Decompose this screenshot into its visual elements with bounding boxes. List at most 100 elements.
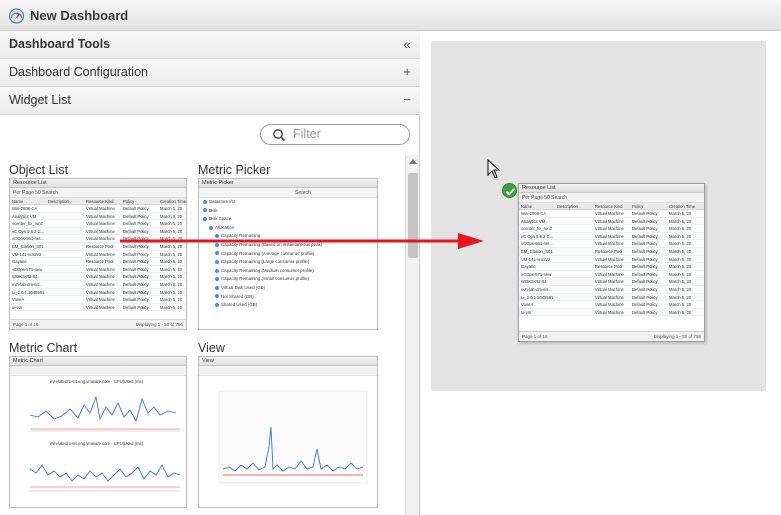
dashboard-tools-header: Dashboard Tools « bbox=[0, 31, 420, 59]
table-row[interactable]: BM_Clarion_S01 Resource Pool Default Polic… bbox=[519, 247, 704, 256]
table-row[interactable]: vCOps-561-net... Virtual Machine Default P… bbox=[10, 235, 186, 243]
tree-item[interactable]: Capacity Remaining (Large consumer profi… bbox=[199, 258, 377, 267]
tree-item-label: Capacity Remaining (Based on instantaneo… bbox=[221, 241, 323, 247]
table-cell: March 5, 20 bbox=[669, 294, 692, 300]
drag-resource-list-rows: Win-2008-CA Virtual Machine Default Policy… bbox=[519, 210, 704, 317]
metric-chart-title: Metric Chart bbox=[10, 357, 186, 366]
table-cell: March 5, 20 bbox=[669, 211, 692, 216]
drag-resource-list-toolbar: Per Page 50 Search bbox=[519, 193, 704, 203]
resource-list-title: Resource List bbox=[10, 179, 186, 188]
tree-item[interactable]: Capacity Remaining (Based on instantaneo… bbox=[199, 241, 377, 250]
table-cell bbox=[48, 205, 86, 212]
table-cell bbox=[557, 240, 595, 247]
table-row[interactable]: Gayane Resource Pool Default Policy March 5… bbox=[519, 263, 704, 271]
object-list-widget-thumbnail[interactable]: Resource List Per Page 50 Search Name Des… bbox=[9, 178, 187, 330]
dashboard-configuration-section[interactable]: Dashboard Configuration + bbox=[0, 59, 420, 87]
collapse-icon[interactable]: − bbox=[403, 92, 411, 107]
table-row[interactable]: Win-2008-CA Virtual Machine Default Policy… bbox=[10, 205, 186, 213]
table-cell: BM_Clarion_S01 bbox=[12, 243, 44, 249]
table-cell: March 5, 20 bbox=[160, 281, 183, 287]
widget-gallery: Object List Metric Picker Metric Chart V… bbox=[0, 155, 405, 515]
search-icon bbox=[273, 129, 286, 142]
view-widget-thumbnail[interactable]: View bbox=[198, 356, 378, 508]
metric-node-icon bbox=[203, 217, 207, 222]
table-cell: VM-141-vra1V2 bbox=[521, 256, 551, 262]
scrollbar-thumb[interactable] bbox=[408, 173, 418, 258]
table-row[interactable]: VM-141-vra1V2 Virtual Machine Default Poli… bbox=[10, 251, 186, 259]
table-row[interactable]: vC Ops 5.8.2 C... Virtual Machine Default … bbox=[10, 227, 186, 236]
drag-resource-list-footer: Page 1 of 16 Displaying 1 - 50 of 756 bbox=[519, 331, 704, 341]
expand-icon[interactable]: + bbox=[403, 64, 411, 79]
tree-item[interactable]: Disk Space bbox=[199, 215, 377, 224]
table-cell bbox=[557, 225, 595, 232]
table-row[interactable]: evn-lab-dm-64... Virtual Machine Default P… bbox=[519, 286, 704, 294]
metric-chart-widget-thumbnail[interactable]: Metric Chart evn-lab-dm-64.eng.vmware.co… bbox=[9, 356, 187, 508]
metric-node-icon bbox=[215, 251, 219, 256]
tree-item[interactable]: Shared Used (GB) bbox=[199, 301, 377, 310]
table-row[interactable]: evn-lab-dm-64... Virtual Machine Default P… bbox=[10, 281, 186, 289]
table-row[interactable]: Analytics VM Virtual Machine Default Polic… bbox=[519, 217, 704, 226]
table-cell: Default Policy bbox=[123, 281, 149, 287]
table-row[interactable]: vcenter_fix_run2 Virtual Machine Default P… bbox=[10, 220, 186, 228]
dragged-widget-preview[interactable]: Resource List Per Page 50 Search Name Des… bbox=[518, 183, 705, 342]
widget-list-section[interactable]: Widget List − bbox=[0, 87, 420, 115]
collapse-panel-icon[interactable]: « bbox=[403, 36, 411, 52]
table-row[interactable]: vCOps-571-new Virtual Machine Default Poli… bbox=[519, 271, 704, 279]
table-cell: vC Ops 5.8.2 C... bbox=[12, 228, 45, 234]
tree-item[interactable]: Capacity Remaining (Average consumer pro… bbox=[199, 250, 377, 259]
filter-input[interactable]: Filter bbox=[260, 124, 410, 145]
table-cell bbox=[557, 278, 595, 285]
table-cell: Default Policy bbox=[632, 286, 658, 292]
table-row[interactable]: Analytics VM Virtual Machine Default Polic… bbox=[10, 212, 186, 221]
table-row[interactable]: Win-2008-CA Virtual Machine Default Policy… bbox=[519, 210, 704, 218]
table-row[interactable]: Li_2.0.1.1045591 Virtual Machine Default P… bbox=[519, 293, 704, 302]
table-row[interactable]: VaneA Virtual Machine Default Policy March … bbox=[519, 301, 704, 309]
tree-item[interactable]: Disk bbox=[199, 207, 377, 216]
tree-item[interactable]: Capacity Remaining (Small consumer profi… bbox=[199, 275, 377, 284]
tree-item[interactable]: Datastore I/O bbox=[199, 198, 377, 207]
table-cell: Virtual Machine bbox=[595, 279, 624, 285]
table-row[interactable]: ui-vm Virtual Machine Default Policy March … bbox=[519, 308, 704, 317]
table-row[interactable]: Gayane Resource Pool Default Policy March 5… bbox=[10, 258, 186, 266]
table-row[interactable]: VaneA Virtual Machine Default Policy March … bbox=[10, 296, 186, 304]
mouse-pointer-icon bbox=[487, 159, 501, 179]
table-cell: March 5, 20 bbox=[160, 259, 183, 265]
table-cell: Virtual Machine bbox=[595, 211, 624, 216]
tree-item[interactable]: Virtual Disk Used (GB) bbox=[199, 284, 377, 293]
table-cell: VM-141-vra1V2 bbox=[12, 251, 42, 257]
table-row[interactable]: vcenter_fix_run2 Virtual Machine Default P… bbox=[519, 225, 704, 233]
scroll-up-arrow-icon[interactable] bbox=[409, 159, 417, 164]
table-row[interactable]: WOKS-R2-64 Virtual Machine Default Policy M… bbox=[519, 278, 704, 286]
table-cell: Virtual Machine bbox=[86, 228, 115, 234]
tree-item[interactable]: Allocation bbox=[199, 224, 377, 233]
tree-item[interactable]: Capacity Remaining (Medium consumer prof… bbox=[199, 267, 377, 276]
view-chart-plot bbox=[218, 390, 368, 484]
table-cell: Analytics VM bbox=[12, 213, 37, 219]
table-row[interactable]: vCOps-561-net... Virtual Machine Default P… bbox=[519, 240, 704, 248]
table-row[interactable]: WOKS-R2-64 Virtual Machine Default Policy M… bbox=[10, 273, 186, 281]
table-row[interactable]: vC Ops 5.8.2 C... Virtual Machine Default … bbox=[519, 232, 704, 241]
table-row[interactable]: Li_2.0.1.1045591 Virtual Machine Default P… bbox=[10, 288, 186, 297]
window-title-bar: New Dashboard bbox=[0, 0, 781, 31]
metric-node-icon bbox=[215, 285, 219, 290]
table-cell: Virtual Machine bbox=[86, 213, 115, 219]
tree-item[interactable]: Not Shared (GB) bbox=[199, 293, 377, 302]
table-cell: Default Policy bbox=[123, 304, 149, 310]
tree-item[interactable]: Capacity Remaining bbox=[199, 232, 377, 241]
widget-list-scrollbar[interactable] bbox=[405, 155, 419, 515]
table-cell: Default Policy bbox=[632, 302, 658, 308]
chart1-caption: evn-lab-dm-64.eng.vmware.com - CPU|Used … bbox=[50, 379, 144, 384]
tree-item-label: Shared Used (GB) bbox=[221, 302, 258, 308]
table-row[interactable]: ui-vm Virtual Machine Default Policy March … bbox=[10, 303, 186, 312]
table-row[interactable]: vCOps-571-new Virtual Machine Default Poli… bbox=[10, 266, 186, 274]
metric-picker-widget-thumbnail[interactable]: Metric Picker Search Datastore I/O Disk Di… bbox=[198, 178, 378, 330]
table-cell: Default Policy bbox=[123, 213, 149, 219]
table-row[interactable]: VM-141-vra1V2 Virtual Machine Default Poli… bbox=[519, 256, 704, 264]
table-cell: Default Policy bbox=[123, 297, 149, 303]
metric-node-icon bbox=[215, 277, 219, 282]
table-cell: Default Policy bbox=[123, 251, 149, 257]
table-cell: March 5, 20 bbox=[669, 302, 692, 308]
table-cell: March 5, 20 bbox=[669, 256, 692, 262]
table-row[interactable]: BM_Clarion_S01 Resource Pool Default Polic… bbox=[10, 242, 186, 251]
table-cell: March 5, 20 bbox=[160, 213, 183, 219]
